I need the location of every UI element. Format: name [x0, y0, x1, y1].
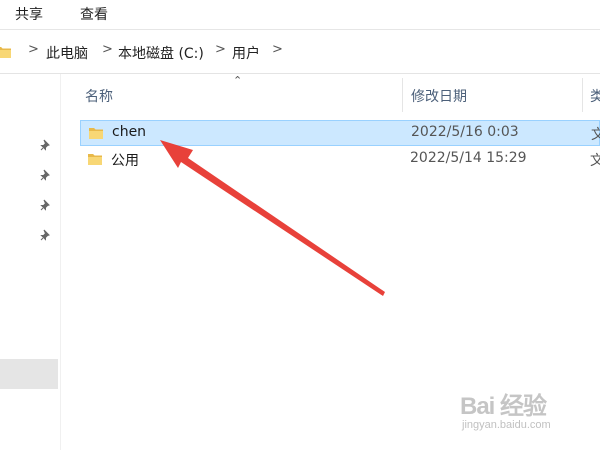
column-header-type[interactable]: 类: [590, 86, 600, 106]
watermark: Bai 经验 jingyan.baidu.com: [460, 386, 590, 438]
pin-icon[interactable]: [40, 139, 52, 151]
column-separator[interactable]: [402, 78, 403, 112]
chevron-right-icon[interactable]: >: [272, 42, 283, 57]
file-name: chen: [112, 124, 147, 140]
ribbon: 共享 查看: [0, 0, 600, 28]
address-bar-divider: [0, 73, 600, 74]
file-date: 2022/5/14 15:29: [410, 150, 527, 166]
nav-divider: [60, 74, 61, 450]
pin-icon[interactable]: [40, 169, 52, 181]
file-row-chen[interactable]: chen 2022/5/16 0:03 文: [80, 120, 600, 146]
file-type: 文: [591, 127, 600, 143]
tab-view[interactable]: 查看: [80, 4, 108, 24]
folder-icon: [89, 128, 103, 139]
column-separator[interactable]: [582, 78, 583, 112]
pin-icon[interactable]: [40, 199, 52, 211]
pin-icon[interactable]: [40, 229, 52, 241]
chevron-right-icon[interactable]: >: [102, 42, 113, 57]
breadcrumb-users[interactable]: 用户: [232, 43, 260, 63]
navigation-pane: [0, 74, 60, 450]
folder-icon: [0, 47, 11, 58]
file-row-public[interactable]: 公用 2022/5/14 15:29 文: [80, 147, 600, 173]
nav-item-selected[interactable]: [0, 359, 58, 389]
chevron-right-icon[interactable]: >: [28, 42, 39, 57]
column-header-name[interactable]: 名称: [85, 86, 113, 106]
file-name: 公用: [111, 153, 139, 169]
folder-icon: [88, 154, 102, 165]
sort-ascending-icon: ⌃: [233, 74, 243, 87]
file-type: 文: [590, 153, 600, 169]
file-date: 2022/5/16 0:03: [411, 124, 519, 140]
column-header-date-modified[interactable]: 修改日期: [411, 86, 467, 106]
breadcrumb-this-pc[interactable]: 此电脑: [46, 43, 88, 63]
address-bar[interactable]: > 此电脑 > 本地磁盘 (C:) > 用户 >: [0, 30, 600, 74]
watermark-site: jingyan.baidu.com: [462, 419, 551, 431]
watermark-brand: Bai 经验: [460, 393, 547, 420]
breadcrumb-local-disk[interactable]: 本地磁盘 (C:): [118, 43, 204, 63]
tab-share[interactable]: 共享: [15, 4, 43, 24]
chevron-right-icon[interactable]: >: [215, 42, 226, 57]
